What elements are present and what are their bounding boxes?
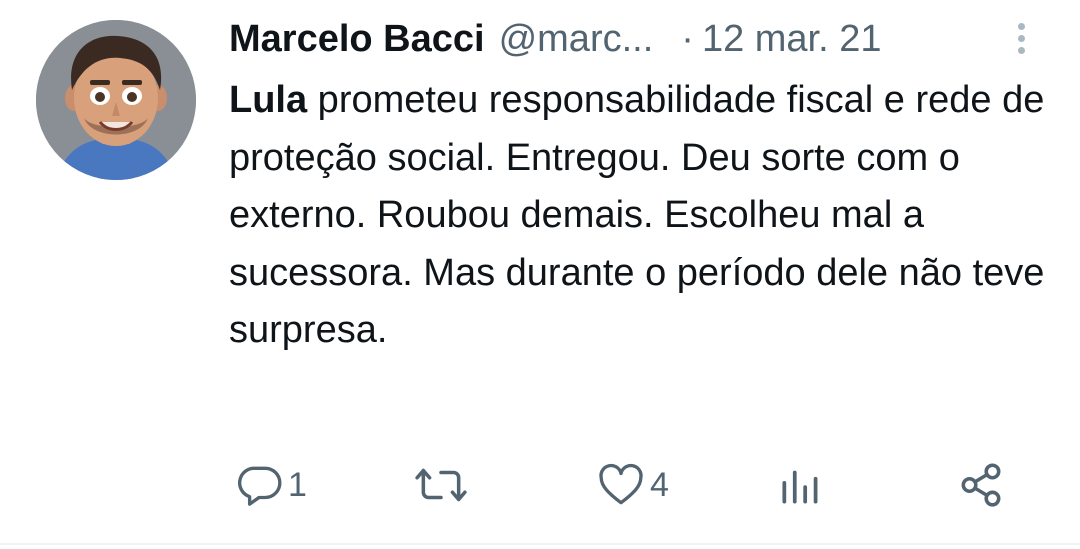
author-name[interactable]: Marcelo Bacci xyxy=(229,18,485,61)
views-icon xyxy=(776,460,826,510)
like-icon xyxy=(596,460,646,510)
author-handle[interactable]: @marc... xyxy=(499,18,654,61)
reply-count: 1 xyxy=(288,465,307,504)
more-dot xyxy=(1017,46,1025,54)
reply-icon xyxy=(234,460,284,510)
tweet-body: prometeu responsabilidade fiscal e rede … xyxy=(229,79,1045,351)
tweet-text: Lula prometeu responsabilidade fiscal e … xyxy=(229,72,1059,360)
more-dot xyxy=(1017,22,1025,30)
mention-link[interactable]: Lula xyxy=(229,79,307,121)
like-count: 4 xyxy=(650,465,669,504)
divider xyxy=(0,543,1080,545)
retweet-button[interactable] xyxy=(414,455,472,515)
like-button[interactable]: 4 xyxy=(596,455,669,515)
more-options-icon[interactable] xyxy=(1008,16,1034,60)
retweet-icon xyxy=(414,460,468,510)
share-button[interactable] xyxy=(956,455,1006,515)
separator: · xyxy=(681,17,694,60)
tweet-actions: 1 4 xyxy=(0,455,1080,515)
reply-button[interactable]: 1 xyxy=(234,455,307,515)
views-button[interactable] xyxy=(776,455,830,515)
avatar[interactable] xyxy=(36,20,196,180)
share-icon xyxy=(956,460,1006,510)
tweet-header: Marcelo Bacci @marc... · 12 mar. 21 xyxy=(229,14,1029,64)
more-dot xyxy=(1017,34,1025,42)
tweet-date[interactable]: 12 mar. 21 xyxy=(702,18,882,61)
